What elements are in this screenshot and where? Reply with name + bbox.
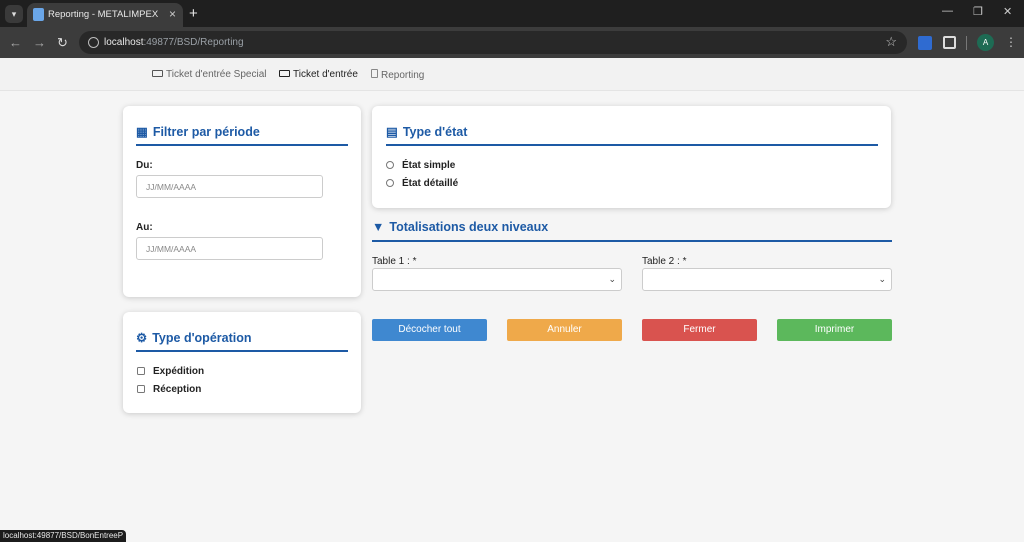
reception-label: Réception	[153, 384, 202, 395]
tab-title: Reporting - METALIMPEX	[48, 9, 159, 20]
extensions-puzzle-icon[interactable]	[943, 36, 956, 49]
toolbar-divider	[966, 36, 967, 50]
close-window-icon[interactable]: ✕	[1003, 5, 1012, 18]
title-underline	[136, 350, 348, 352]
etat-simple-radio[interactable]	[386, 161, 394, 169]
back-icon[interactable]: ←	[9, 35, 22, 50]
state-type-title: ▤ Type d'état	[386, 125, 468, 139]
address-bar[interactable]: localhost:49877/BSD/Reporting ☆	[79, 31, 907, 54]
au-label: Au:	[136, 222, 153, 233]
nav-reporting[interactable]: Reporting	[371, 69, 424, 81]
calendar-icon: ▦	[136, 125, 148, 139]
table1-select[interactable]: ⌄	[372, 268, 622, 291]
restore-icon[interactable]: ❐	[973, 5, 983, 18]
filter-icon: ▼	[372, 220, 385, 234]
state-type-card: ▤ Type d'état État simple État détaillé	[372, 106, 891, 208]
expedition-checkbox[interactable]	[137, 367, 145, 375]
date-to-input[interactable]	[136, 237, 323, 260]
du-label: Du:	[136, 160, 153, 171]
ticket-icon	[152, 70, 163, 77]
close-button[interactable]: Fermer	[642, 319, 757, 341]
operation-type-title: ⚙ Type d'opération	[136, 331, 252, 345]
new-tab-icon[interactable]: +	[189, 5, 198, 22]
totals-title: ▼ Totalisations deux niveaux	[372, 220, 549, 234]
uncheck-all-button[interactable]: Décocher tout	[372, 319, 487, 341]
browser-tabbar: ▾ Reporting - METALIMPEX × + — ❐ ✕	[0, 0, 1024, 27]
reception-checkbox[interactable]	[137, 385, 145, 393]
profile-avatar[interactable]: A	[977, 34, 994, 51]
title-underline	[386, 144, 878, 146]
title-underline	[136, 144, 348, 146]
totals-underline	[372, 240, 892, 242]
nav-ticket-entree-special[interactable]: Ticket d'entrée Special	[152, 69, 266, 80]
url-text: localhost:49877/BSD/Reporting	[104, 37, 244, 48]
reload-icon[interactable]: ↻	[57, 35, 68, 51]
table2-label: Table 2 : *	[642, 256, 687, 267]
status-bar-url: localhost:49877/BSD/BonEntreeP	[0, 530, 127, 542]
extension-icon[interactable]	[918, 36, 932, 50]
top-navigation: Ticket d'entrée Special Ticket d'entrée …	[0, 58, 1024, 91]
browser-toolbar: ← → ↻ localhost:49877/BSD/Reporting ☆	[0, 27, 1024, 58]
table2-select[interactable]: ⌄	[642, 268, 892, 291]
site-info-icon[interactable]	[88, 37, 99, 48]
etat-detaille-radio[interactable]	[386, 179, 394, 187]
cancel-button[interactable]: Annuler	[507, 319, 622, 341]
forward-icon[interactable]: →	[33, 35, 46, 50]
browser-tab[interactable]: Reporting - METALIMPEX ×	[27, 3, 183, 27]
table1-label: Table 1 : *	[372, 256, 417, 267]
page-content: Ticket d'entrée Special Ticket d'entrée …	[0, 58, 1024, 542]
etat-simple-label: État simple	[402, 160, 456, 171]
browser-menu-icon[interactable]: ⋮	[1005, 35, 1017, 49]
chevron-down-icon: ⌄	[608, 274, 616, 284]
filter-period-card: ▦Filtrer par période Du: Au:	[123, 106, 361, 297]
filter-period-title: ▦ Filtrer par période	[136, 125, 260, 139]
document-icon	[371, 69, 378, 78]
file-icon: ▤	[386, 125, 398, 139]
close-tab-icon[interactable]: ×	[169, 7, 176, 21]
page-favicon-icon	[33, 8, 44, 21]
bookmark-star-icon[interactable]: ☆	[885, 34, 897, 50]
date-from-input[interactable]	[136, 175, 323, 198]
etat-detaille-label: État détaillé	[402, 178, 459, 189]
minimize-icon[interactable]: —	[942, 5, 953, 17]
nav-ticket-entree[interactable]: Ticket d'entrée	[279, 69, 358, 80]
ticket-icon	[279, 70, 290, 77]
gears-icon: ⚙	[136, 331, 148, 345]
chevron-down-icon: ⌄	[878, 274, 886, 284]
print-button[interactable]: Imprimer	[777, 319, 892, 341]
operation-type-card: ⚙ Type d'opération Expédition Réception	[123, 312, 361, 413]
tab-search-icon[interactable]: ▾	[5, 5, 23, 23]
expedition-label: Expédition	[153, 366, 205, 377]
